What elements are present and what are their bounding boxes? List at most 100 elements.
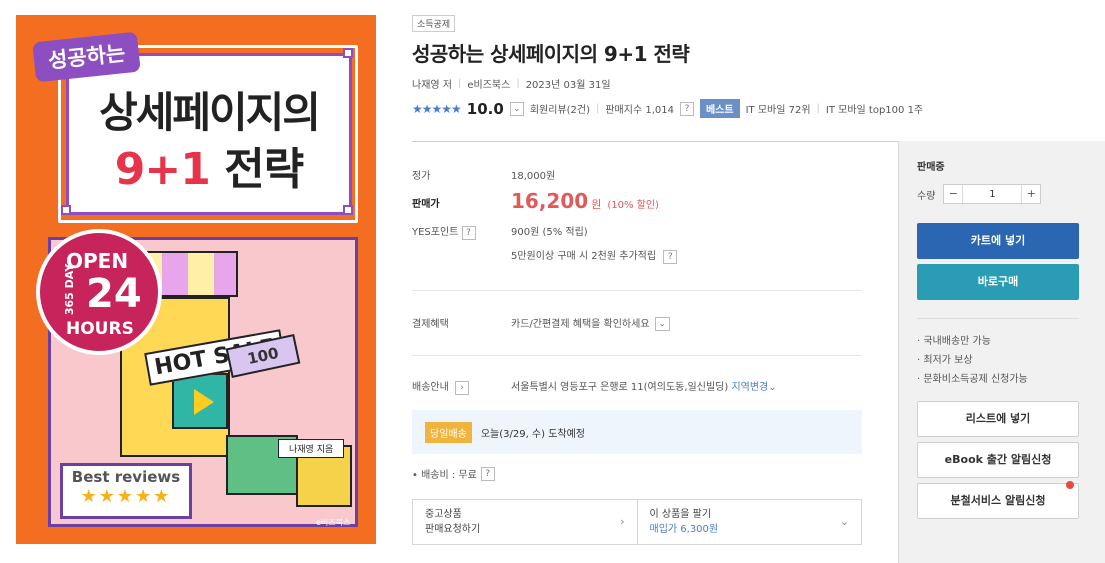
sale-status: 판매중 — [917, 162, 945, 173]
divider: | — [595, 103, 600, 114]
divider — [412, 141, 898, 142]
points-extra-row: 5만원이상 구매 시 2천원 추가적립 ? — [511, 247, 678, 264]
sales-index: 판매지수 1,014 — [605, 105, 674, 116]
points-label: YES포인트 — [412, 227, 459, 238]
cover-frame-corner — [343, 48, 353, 58]
list-item: 문화비소득공제 신청가능 — [917, 370, 1027, 389]
cover-publisher: e비즈북스 — [316, 518, 351, 527]
points-extra: 5만원이상 구매 시 2천원 추가적립 — [511, 251, 657, 262]
sale-price-label: 판매가 — [412, 199, 440, 210]
same-day-delivery-box: 당일배송 오늘(3/29, 수) 도착예정 — [412, 410, 862, 454]
rank-link[interactable]: IT 모바일 72위 — [746, 101, 811, 116]
notification-dot-icon — [1066, 481, 1074, 489]
used-sell-title: 중고상품 — [425, 509, 462, 520]
publish-date: 2023년 03월 31일 — [525, 80, 611, 91]
help-icon[interactable]: ? — [480, 466, 495, 481]
star-rating-icon: ★★★★★ — [80, 486, 172, 507]
change-region-link[interactable]: 지역변경 — [731, 382, 768, 393]
help-icon[interactable]: ? — [663, 250, 678, 264]
open-24-hours-badge: OPEN 365 DAY 24 HOURS — [36, 229, 162, 355]
add-to-list-button[interactable]: 리스트에 넣기 — [917, 401, 1079, 437]
cover-frame-corner — [61, 205, 71, 215]
shipping-label: 배송안내 — [412, 382, 449, 393]
add-to-cart-button[interactable]: 카트에 넣기 — [917, 223, 1079, 259]
used-product-box: 중고상품 판매요청하기 › 이 상품을 팔기 매입가 6,300원 ⌄ — [412, 499, 862, 545]
sell-this-product-button[interactable]: 이 상품을 팔기 매입가 6,300원 ⌄ — [636, 500, 862, 544]
quantity-decrease-button[interactable]: − — [944, 185, 962, 203]
author-link[interactable]: 나재영 저 — [412, 76, 452, 91]
arrival-estimate: 오늘(3/29, 수) 도착예정 — [480, 428, 586, 440]
cover-title-line2: 9+1 전략 — [66, 133, 352, 197]
buy-now-button[interactable]: 바로구매 — [917, 264, 1079, 300]
quantity-input[interactable] — [962, 185, 1023, 203]
rating-score: 10.0 — [466, 99, 504, 118]
shipping-label-row: 배송안내 › — [412, 378, 469, 395]
cover-frame-corner — [343, 205, 353, 215]
cover-title-word: 전략 — [224, 144, 304, 195]
star-rating-icon: ★★★★★ — [412, 101, 462, 116]
purchase-notes-list: 국내배송만 가능 최저가 보상 문화비소득공제 신청가능 — [917, 332, 1028, 389]
purchase-side-panel: 판매중 수량 − + 카트에 넣기 바로구매 국내배송만 가능 최저가 보상 문… — [898, 141, 1105, 563]
list-price: 18,000원 — [511, 171, 556, 182]
list-price-label: 정가 — [412, 171, 431, 182]
sale-price-value: 16,200 — [511, 189, 589, 213]
divider: | — [816, 103, 820, 114]
quantity-stepper: − + — [943, 184, 1042, 204]
book-cover-image[interactable]: 성공하는 상세페이지의 9+1 전략 OPEN 365 DAY 24 HOURS… — [16, 15, 376, 544]
help-icon[interactable]: ? — [461, 226, 476, 240]
badge-day-text: 365 DAY — [63, 263, 77, 316]
points-label-row: YES포인트 ? — [412, 223, 476, 240]
chevron-down-icon: ⌄ — [839, 515, 849, 528]
best-reviews-text: Best reviews — [71, 468, 181, 486]
split-service-label: 분철서비스 알림신청 — [950, 494, 1046, 507]
used-sell-request-button[interactable]: 중고상품 판매요청하기 › — [413, 500, 637, 544]
category-tag: 소득공제 — [412, 15, 456, 32]
sale-price-unit: 원 — [591, 198, 602, 211]
shipping-address: 서울특별시 영등포구 은행로 11(여의도동,일신빌딩) — [511, 382, 729, 393]
product-title: 성공하는 상세페이지의 9+1 전략 — [412, 42, 690, 66]
help-icon[interactable]: ? — [679, 101, 694, 116]
shipping-fee-row: • 배송비 : 무료 ? — [412, 466, 495, 481]
shipping-address-row: 서울특별시 영등포구 은행로 11(여의도동,일신빌딩) 지역변경⌄ — [511, 378, 777, 393]
cover-title-line1: 상세페이지의 — [99, 88, 321, 137]
badge-hours-text: HOURS — [66, 319, 134, 339]
quantity-increase-button[interactable]: + — [1022, 185, 1040, 203]
rating-row: ★★★★★ 10.0 ⌄ 회원리뷰(2건) | 판매지수 1,014 ? 베스트… — [412, 99, 923, 118]
badge-number: 24 — [86, 271, 142, 317]
points-value: 900원 (5% 적립) — [511, 227, 588, 238]
payment-benefit-row[interactable]: 카드/간편결제 혜택을 확인하세요 ⌄ — [511, 315, 670, 331]
buyback-price: 매입가 6,300원 — [649, 524, 719, 535]
chevron-down-icon[interactable]: ⌄ — [509, 101, 524, 116]
same-day-badge: 당일배송 — [425, 421, 472, 443]
chevron-right-icon[interactable]: › — [455, 381, 469, 395]
split-service-alert-button[interactable]: 분철서비스 알림신청 — [917, 481, 1079, 519]
rank-weeks-link[interactable]: IT 모바일 top100 1주 — [826, 101, 923, 116]
divider — [412, 355, 862, 356]
quantity-row: 수량 − + — [917, 184, 1042, 204]
ebook-alert-button[interactable]: eBook 출간 알림신청 — [917, 442, 1079, 478]
play-icon — [172, 373, 228, 429]
sell-title: 이 상품을 팔기 — [649, 509, 712, 520]
chevron-down-icon[interactable]: ⌄ — [654, 317, 670, 331]
payment-label: 결제혜택 — [412, 319, 449, 330]
cover-title-number: 9+1 — [114, 144, 211, 195]
member-reviews-link[interactable]: 회원리뷰(2건) — [530, 101, 590, 116]
best-reviews-sign: Best reviews ★★★★★ — [60, 463, 192, 519]
used-sell-sub: 판매요청하기 — [425, 524, 481, 535]
chevron-right-icon: › — [620, 515, 625, 528]
product-meta: 나재영 저 | e비즈북스 | 2023년 03월 31일 — [412, 76, 611, 91]
divider — [412, 290, 862, 291]
divider: | — [457, 78, 462, 89]
best-badge: 베스트 — [699, 99, 740, 118]
payment-benefit-text[interactable]: 카드/간편결제 혜택을 확인하세요 — [511, 319, 650, 330]
divider — [917, 318, 1079, 319]
cover-author: 나재영 지음 — [278, 439, 345, 458]
divider: | — [516, 78, 520, 89]
list-item: 국내배송만 가능 — [917, 332, 1028, 351]
sale-price: 16,200 원 (10% 할인) — [511, 189, 659, 213]
publisher-link[interactable]: e비즈북스 — [467, 76, 510, 91]
chevron-down-icon[interactable]: ⌄ — [768, 382, 776, 393]
shipping-fee: • 배송비 : 무료 — [412, 470, 477, 481]
list-item: 최저가 보상 — [917, 351, 1028, 370]
quantity-label: 수량 — [917, 190, 936, 202]
